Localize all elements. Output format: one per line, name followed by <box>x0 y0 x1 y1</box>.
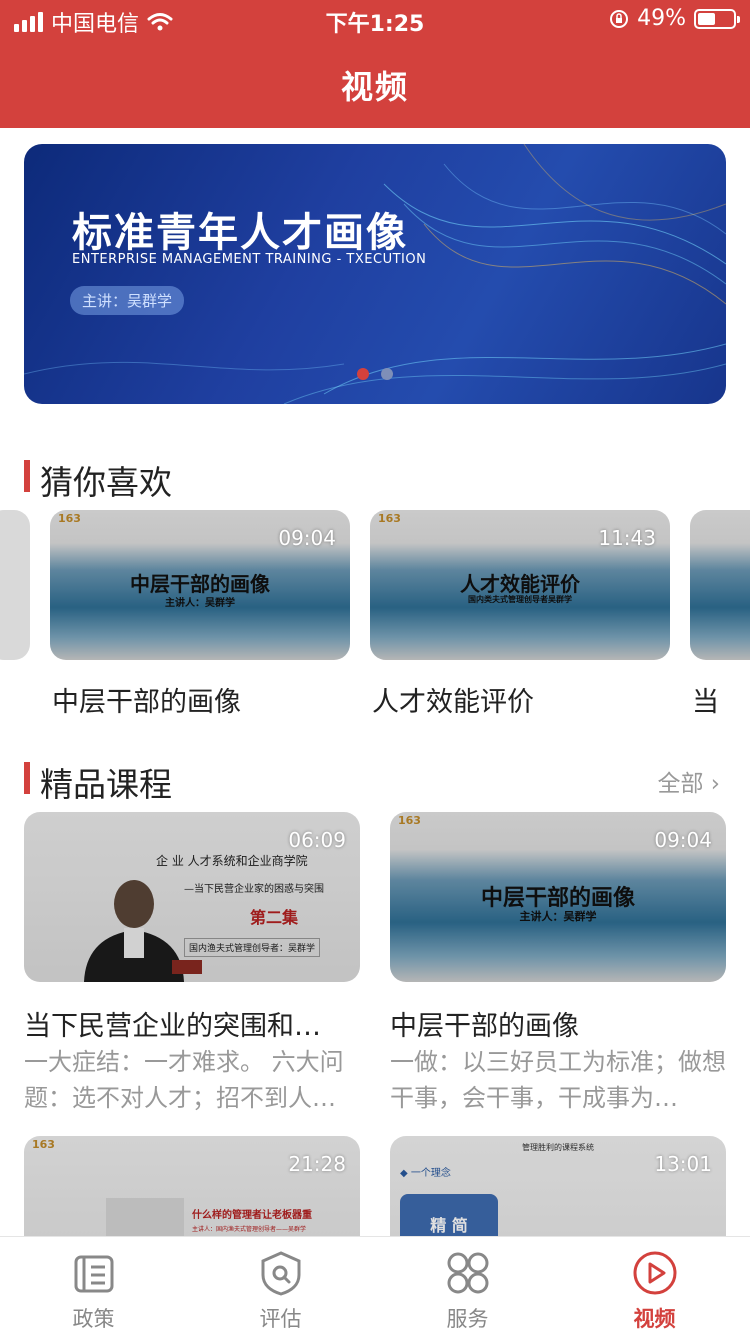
tab-label: 服务 <box>446 1307 489 1331</box>
course-card-title[interactable]: 中层干部的画像 <box>390 1004 726 1043</box>
video-card-thumb[interactable]: 163 人才效能评价 国内类夫式管理创导者吴群学 11:43 <box>370 510 670 660</box>
battery-percent: 49% <box>637 6 686 31</box>
bottom-tab-bar: 政策 评估 服务 视频 <box>0 1236 750 1334</box>
course-card-thumb[interactable]: 企 业 人才系统和企业商学院 —当下民营企业家的困惑与突围 第二集 国内渔夫式管… <box>24 812 360 982</box>
section-courses: 精品课程 全部 › <box>24 758 726 804</box>
course-card-desc: 一大症结：一才难求。 六大问题：选不对人才；招不到人… <box>24 1048 344 1112</box>
section-accent-bar <box>24 762 30 794</box>
status-bar: 中国电信 下午1:25 49% <box>0 0 750 40</box>
document-icon <box>74 1255 114 1293</box>
section-guess: 猜你喜欢 <box>24 456 726 502</box>
course-card-thumb[interactable]: 163 中层干部的画像 主讲人：吴群学 09:04 <box>390 812 726 982</box>
section-title: 精品课程 <box>40 765 172 804</box>
tab-label: 评估 <box>259 1307 302 1331</box>
shield-search-icon <box>261 1251 301 1296</box>
video-duration: 09:04 <box>654 828 712 852</box>
video-thumb-partial-left[interactable] <box>0 510 30 660</box>
tab-label: 政策 <box>72 1307 115 1331</box>
video-duration: 09:04 <box>278 526 336 550</box>
video-duration: 06:09 <box>288 828 346 852</box>
tab-policy[interactable]: 政策 <box>0 1237 187 1334</box>
section-accent-bar <box>24 460 30 492</box>
tab-label: 视频 <box>633 1307 676 1331</box>
page-title: 视频 <box>340 68 409 106</box>
video-duration: 11:43 <box>598 526 656 550</box>
video-card-title[interactable]: 人才效能评价 <box>372 680 672 719</box>
video-card-title[interactable]: 中层干部的画像 <box>52 680 352 719</box>
video-card-thumb-partial[interactable] <box>690 510 750 660</box>
rotation-lock-icon <box>610 9 629 28</box>
view-all-label: 全部 <box>657 771 704 797</box>
carousel-dot[interactable] <box>381 368 393 380</box>
video-card-thumb[interactable]: 163 中层干部的画像 主讲人：吴群学 09:04 <box>50 510 350 660</box>
carousel-indicator <box>357 368 393 380</box>
video-card-title-partial[interactable]: 当 <box>692 680 750 719</box>
banner-carousel[interactable]: 标准青年人才画像 ENTERPRISE MANAGEMENT TRAINING … <box>24 144 726 404</box>
banner-title: 标准青年人才画像 <box>72 210 408 256</box>
nav-header: 视频 <box>0 40 750 128</box>
grid-icon <box>447 1252 489 1294</box>
section-title: 猜你喜欢 <box>40 463 172 502</box>
chevron-right-icon: › <box>710 771 720 797</box>
wave-decoration <box>24 144 726 404</box>
course-card-title[interactable]: 当下民营企业的突围和… <box>24 1004 360 1043</box>
carousel-dot-active[interactable] <box>357 368 369 380</box>
play-circle-icon <box>633 1251 677 1295</box>
tab-video[interactable]: 视频 <box>561 1237 748 1334</box>
view-all-link[interactable]: 全部 › <box>657 764 720 798</box>
course-card-desc: 一做：以三好员工为标准；做想干事，会干事，干成事为… <box>390 1048 726 1112</box>
tab-assessment[interactable]: 评估 <box>187 1237 374 1334</box>
video-duration: 21:28 <box>288 1152 346 1176</box>
tab-service[interactable]: 服务 <box>374 1237 561 1334</box>
battery-icon <box>694 8 740 29</box>
video-duration: 13:01 <box>654 1152 712 1176</box>
banner-speaker-tag: 主讲：吴群学 <box>70 286 185 315</box>
banner-subtitle: ENTERPRISE MANAGEMENT TRAINING - TXECUTI… <box>72 252 427 267</box>
